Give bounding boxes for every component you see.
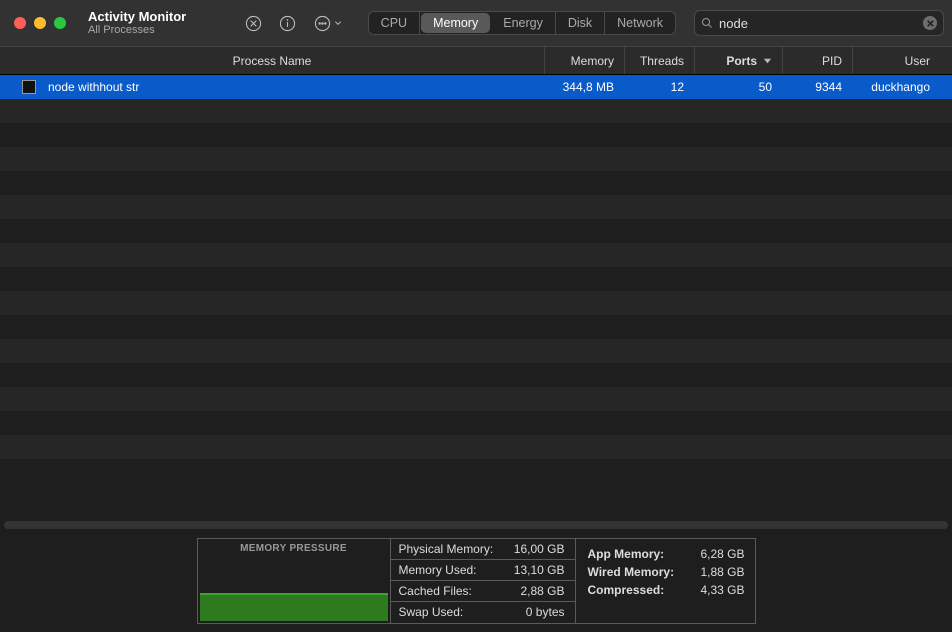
- swap-used-label: Swap Used:: [399, 605, 464, 619]
- horizontal-scrollbar[interactable]: [4, 521, 948, 529]
- tab-network[interactable]: Network: [605, 12, 675, 34]
- table-row[interactable]: node withhout str 344,8 MB 12 50 9344 du…: [0, 75, 952, 99]
- minimize-window-button[interactable]: [34, 17, 46, 29]
- more-circle-icon: [314, 15, 331, 32]
- column-memory[interactable]: Memory: [544, 47, 624, 74]
- stop-process-button[interactable]: [240, 9, 268, 37]
- clear-search-button[interactable]: [923, 16, 937, 30]
- stats-column-1: Physical Memory: 16,00 GB Memory Used: 13,…: [390, 539, 575, 623]
- column-user[interactable]: User: [852, 47, 952, 74]
- title-block: Activity Monitor All Processes: [88, 10, 186, 36]
- tab-segmented-control: CPU Memory Energy Disk Network: [368, 11, 676, 35]
- sort-descending-icon: [763, 56, 772, 65]
- memory-used-value: 13,10 GB: [514, 563, 565, 577]
- empty-striped-rows: [0, 99, 952, 483]
- footer: MEMORY PRESSURE Physical Memory: 16,00 GB…: [0, 532, 952, 632]
- memory-used-label: Memory Used:: [399, 563, 477, 577]
- column-ports[interactable]: Ports: [694, 47, 782, 74]
- toolbar: Activity Monitor All Processes CPU Memor…: [0, 0, 952, 46]
- search-icon: [701, 17, 713, 29]
- compressed-label: Compressed:: [588, 583, 665, 597]
- tab-energy[interactable]: Energy: [491, 12, 556, 34]
- threads-cell: 12: [624, 80, 694, 94]
- process-table-body: node withhout str 344,8 MB 12 50 9344 du…: [0, 75, 952, 518]
- cached-files-label: Cached Files:: [399, 584, 472, 598]
- column-pid[interactable]: PID: [782, 47, 852, 74]
- stats-panel: MEMORY PRESSURE Physical Memory: 16,00 GB…: [197, 538, 756, 624]
- more-options-button[interactable]: [308, 9, 348, 37]
- column-ports-label: Ports: [726, 54, 757, 68]
- stop-circle-icon: [245, 15, 262, 32]
- app-subtitle: All Processes: [88, 24, 186, 36]
- app-memory-value: 6,28 GB: [700, 547, 744, 561]
- memory-pressure-panel: MEMORY PRESSURE: [198, 539, 390, 623]
- app-memory-label: App Memory:: [588, 547, 665, 561]
- search-field[interactable]: [694, 10, 944, 36]
- window-controls: [8, 17, 74, 29]
- swap-used-value: 0 bytes: [526, 605, 565, 619]
- chevron-down-icon: [334, 19, 342, 27]
- tab-cpu[interactable]: CPU: [369, 12, 420, 34]
- tab-memory[interactable]: Memory: [421, 13, 490, 33]
- memory-cell: 344,8 MB: [544, 80, 624, 94]
- table-header: Process Name Memory Threads Ports PID Us…: [0, 46, 952, 75]
- wired-memory-label: Wired Memory:: [588, 565, 675, 579]
- ports-cell: 50: [694, 80, 782, 94]
- close-icon: [927, 20, 934, 27]
- memory-pressure-title: MEMORY PRESSURE: [198, 539, 390, 556]
- user-cell: duckhango: [852, 80, 952, 94]
- compressed-value: 4,33 GB: [700, 583, 744, 597]
- process-icon: [22, 80, 36, 94]
- column-threads[interactable]: Threads: [624, 47, 694, 74]
- physical-memory-value: 16,00 GB: [514, 542, 565, 556]
- pid-cell: 9344: [782, 80, 852, 94]
- close-window-button[interactable]: [14, 17, 26, 29]
- process-name-cell: node withhout str: [48, 80, 139, 94]
- search-input[interactable]: [719, 16, 923, 31]
- physical-memory-label: Physical Memory:: [399, 542, 494, 556]
- info-circle-icon: [279, 15, 296, 32]
- app-title: Activity Monitor: [88, 10, 186, 24]
- fullscreen-window-button[interactable]: [54, 17, 66, 29]
- stats-column-2: App Memory:6,28 GB Wired Memory:1,88 GB …: [575, 539, 755, 623]
- memory-pressure-chart: [198, 556, 390, 623]
- tab-disk[interactable]: Disk: [556, 12, 605, 34]
- cached-files-value: 2,88 GB: [520, 584, 564, 598]
- column-process-name[interactable]: Process Name: [0, 47, 544, 74]
- info-button[interactable]: [274, 9, 302, 37]
- wired-memory-value: 1,88 GB: [700, 565, 744, 579]
